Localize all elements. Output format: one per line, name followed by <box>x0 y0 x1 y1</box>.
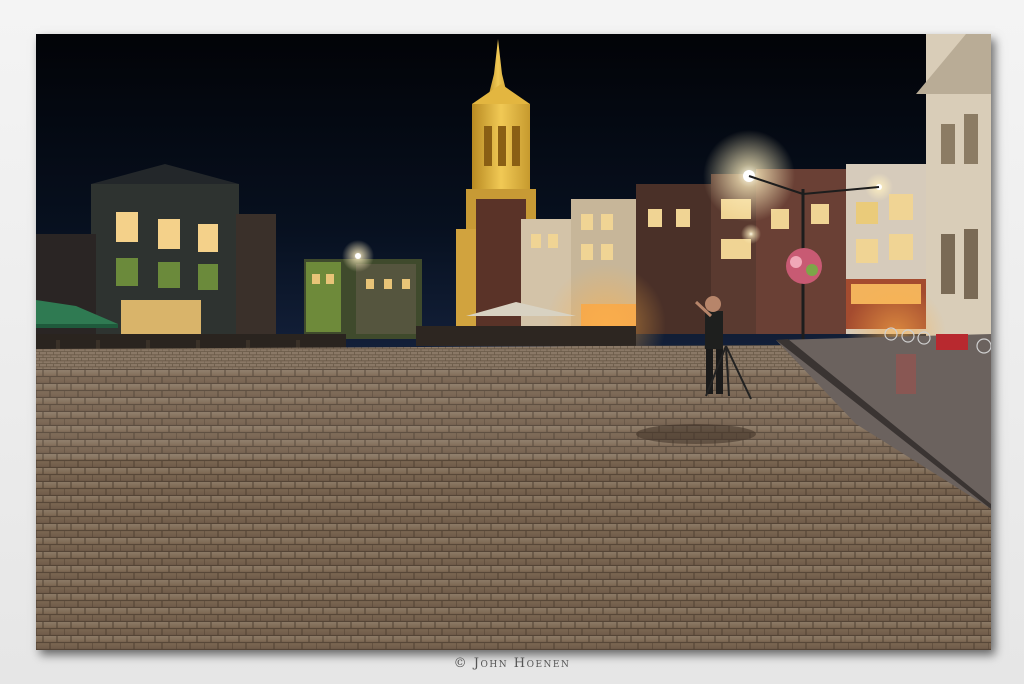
night-square-photo <box>36 34 991 650</box>
photo-credit: © John Hoenen <box>453 656 571 671</box>
scooter <box>936 334 968 350</box>
photo-frame <box>0 0 1024 684</box>
scene-svg <box>36 34 991 650</box>
